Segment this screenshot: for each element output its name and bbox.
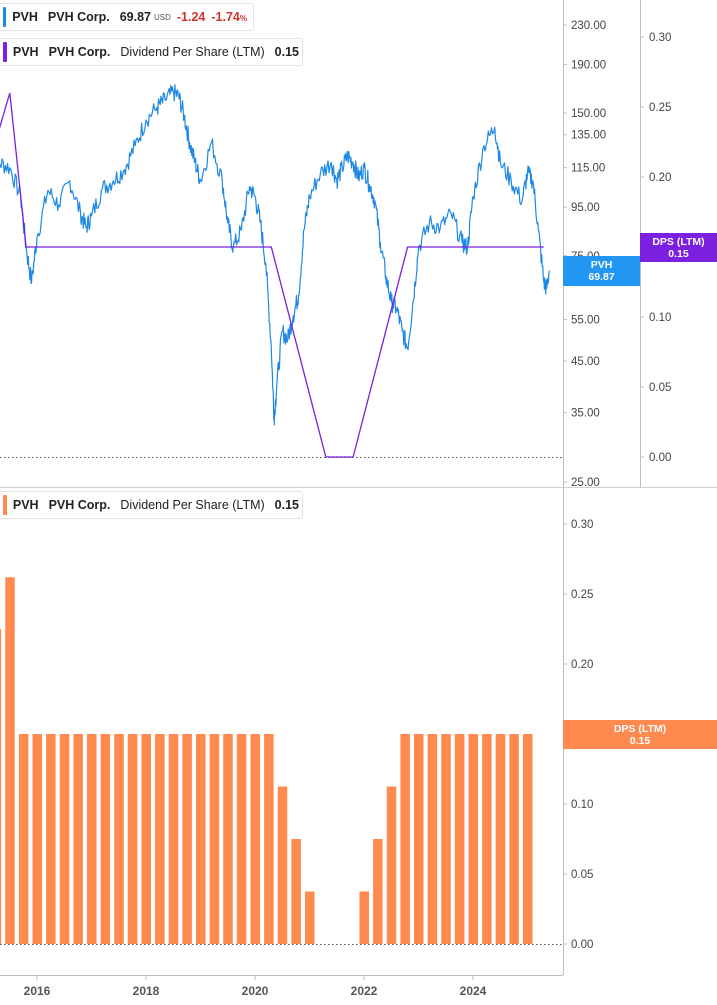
price-line bbox=[0, 84, 550, 426]
dps-tag-value: 0.15 bbox=[629, 734, 651, 747]
legend-change: -1.24 bbox=[176, 10, 206, 24]
dps-tag-value: 0.15 bbox=[668, 247, 689, 260]
legend-metric: Dividend Per Share (LTM) bbox=[120, 45, 265, 59]
dps-bar bbox=[454, 734, 465, 944]
legend-company: PVH Corp. bbox=[47, 10, 110, 24]
dps-bar bbox=[127, 734, 138, 944]
dps-bar bbox=[509, 734, 519, 944]
dps-axis-tag-top: DPS (LTM) 0.15 bbox=[640, 233, 717, 262]
dps-axis-tick-label: 0.20 bbox=[649, 172, 671, 184]
price-axis-tick-label: 230.00 bbox=[571, 20, 606, 32]
legend-symbol: PVH bbox=[12, 10, 38, 24]
legend-price-value: 69.87 bbox=[119, 10, 151, 24]
legend-dps-value: 0.15 bbox=[274, 498, 299, 512]
price-axis-tick-label: 95.00 bbox=[571, 202, 600, 214]
x-axis-tick-label: 2016 bbox=[24, 984, 51, 998]
dps-bar bbox=[196, 734, 206, 944]
price-axis-tick-label: 190.00 bbox=[571, 59, 606, 71]
price-tag-value: 69.87 bbox=[588, 271, 615, 283]
x-axis-tick-label: 2024 bbox=[460, 984, 487, 998]
price-tag-label: PVH bbox=[590, 259, 613, 271]
legend-dps-value: 0.15 bbox=[274, 45, 299, 59]
dps-bar bbox=[168, 734, 179, 944]
x-axis-tick-label: 2020 bbox=[242, 984, 269, 998]
dps-bar bbox=[223, 734, 233, 944]
dps-axis-tag-bottom: DPS (LTM) 0.15 bbox=[563, 720, 717, 749]
legend-symbol: PVH bbox=[12, 45, 39, 59]
dps-bar bbox=[264, 734, 274, 944]
dps-bar bbox=[441, 734, 451, 944]
dps-axis-tick-label: 0.25 bbox=[649, 102, 671, 114]
dps-bar bbox=[182, 734, 192, 944]
dps-bar bbox=[373, 839, 383, 944]
price-axis-tick-label: 45.00 bbox=[571, 356, 600, 368]
dps-bar bbox=[5, 577, 15, 944]
dps-bar bbox=[0, 629, 2, 944]
dps-bar bbox=[495, 734, 506, 944]
dps-bar bbox=[155, 734, 165, 944]
legend-company: PVH Corp. bbox=[48, 45, 111, 59]
dps-bar bbox=[386, 786, 397, 944]
dps-bar bbox=[427, 734, 438, 944]
dps-axis-tick-label: 0.10 bbox=[649, 312, 671, 324]
price-axis-tick-label: 55.00 bbox=[571, 315, 600, 327]
dps-axis-tick-label: 0.05 bbox=[649, 382, 671, 394]
legend-symbol: PVH bbox=[12, 498, 39, 512]
dps-bar-axis-tick-label: 0.20 bbox=[571, 659, 593, 671]
legend-dps-top[interactable]: PVH PVH Corp. Dividend Per Share (LTM) 0… bbox=[0, 38, 303, 66]
dps-bar bbox=[236, 734, 247, 944]
dps-bar-swatch bbox=[3, 495, 7, 515]
legend-currency: USD bbox=[153, 12, 171, 22]
price-axis-tick-label: 135.00 bbox=[571, 130, 606, 142]
dps-bar bbox=[523, 734, 533, 944]
dps-tag-label: DPS (LTM) bbox=[652, 235, 705, 248]
legend-price[interactable]: PVH PVH Corp. 69.87 USD -1.24 -1.74% bbox=[0, 3, 254, 31]
legend-dps-bottom[interactable]: PVH PVH Corp. Dividend Per Share (LTM) 0… bbox=[0, 491, 303, 519]
dps-bar bbox=[468, 734, 478, 944]
dps-bar bbox=[114, 734, 124, 944]
dps-bar bbox=[359, 891, 369, 944]
dps-bar bbox=[291, 839, 301, 944]
dps-axis-tick-label: 0.00 bbox=[649, 452, 671, 464]
price-series-swatch bbox=[3, 7, 7, 27]
dps-bar bbox=[482, 734, 492, 944]
dps-line bbox=[0, 92, 544, 458]
dps-bar-axis-tick-label: 0.05 bbox=[571, 869, 593, 881]
dps-series-swatch bbox=[3, 42, 7, 62]
dps-bar-axis-tick-label: 0.30 bbox=[571, 519, 593, 531]
dps-bar bbox=[87, 734, 97, 944]
dps-bar bbox=[277, 786, 288, 944]
dps-bar bbox=[100, 734, 111, 944]
dps-bar bbox=[414, 734, 424, 944]
dps-bar bbox=[400, 734, 410, 944]
dps-bar bbox=[46, 734, 56, 944]
price-axis-tick-label: 25.00 bbox=[571, 477, 600, 489]
price-axis-tick-label: 35.00 bbox=[571, 408, 600, 420]
dps-bar-axis-tick-label: 0.10 bbox=[571, 799, 593, 811]
price-axis-tag: PVH 69.87 bbox=[563, 256, 640, 286]
dps-bar bbox=[250, 734, 260, 944]
price-axis-tick-label: 115.00 bbox=[571, 163, 605, 175]
legend-company: PVH Corp. bbox=[48, 498, 111, 512]
dps-bar bbox=[209, 734, 220, 944]
dps-bar bbox=[32, 734, 42, 944]
dps-bar bbox=[59, 734, 70, 944]
legend-metric: Dividend Per Share (LTM) bbox=[120, 498, 265, 512]
dps-bar bbox=[141, 734, 151, 944]
legend-change-pct: -1.74% bbox=[211, 10, 247, 24]
dps-tag-label: DPS (LTM) bbox=[613, 722, 667, 735]
dps-axis-tick-label: 0.30 bbox=[649, 32, 671, 44]
x-axis-tick-label: 2018 bbox=[133, 984, 160, 998]
dps-bar-axis-tick-label: 0.00 bbox=[571, 939, 593, 951]
dps-bar bbox=[73, 734, 83, 944]
price-axis-tick-label: 150.00 bbox=[571, 108, 606, 120]
dps-bar bbox=[18, 734, 29, 944]
dps-bar bbox=[305, 891, 315, 944]
dps-bar-axis-tick-label: 0.25 bbox=[571, 589, 593, 601]
x-axis-tick-label: 2022 bbox=[351, 984, 378, 998]
